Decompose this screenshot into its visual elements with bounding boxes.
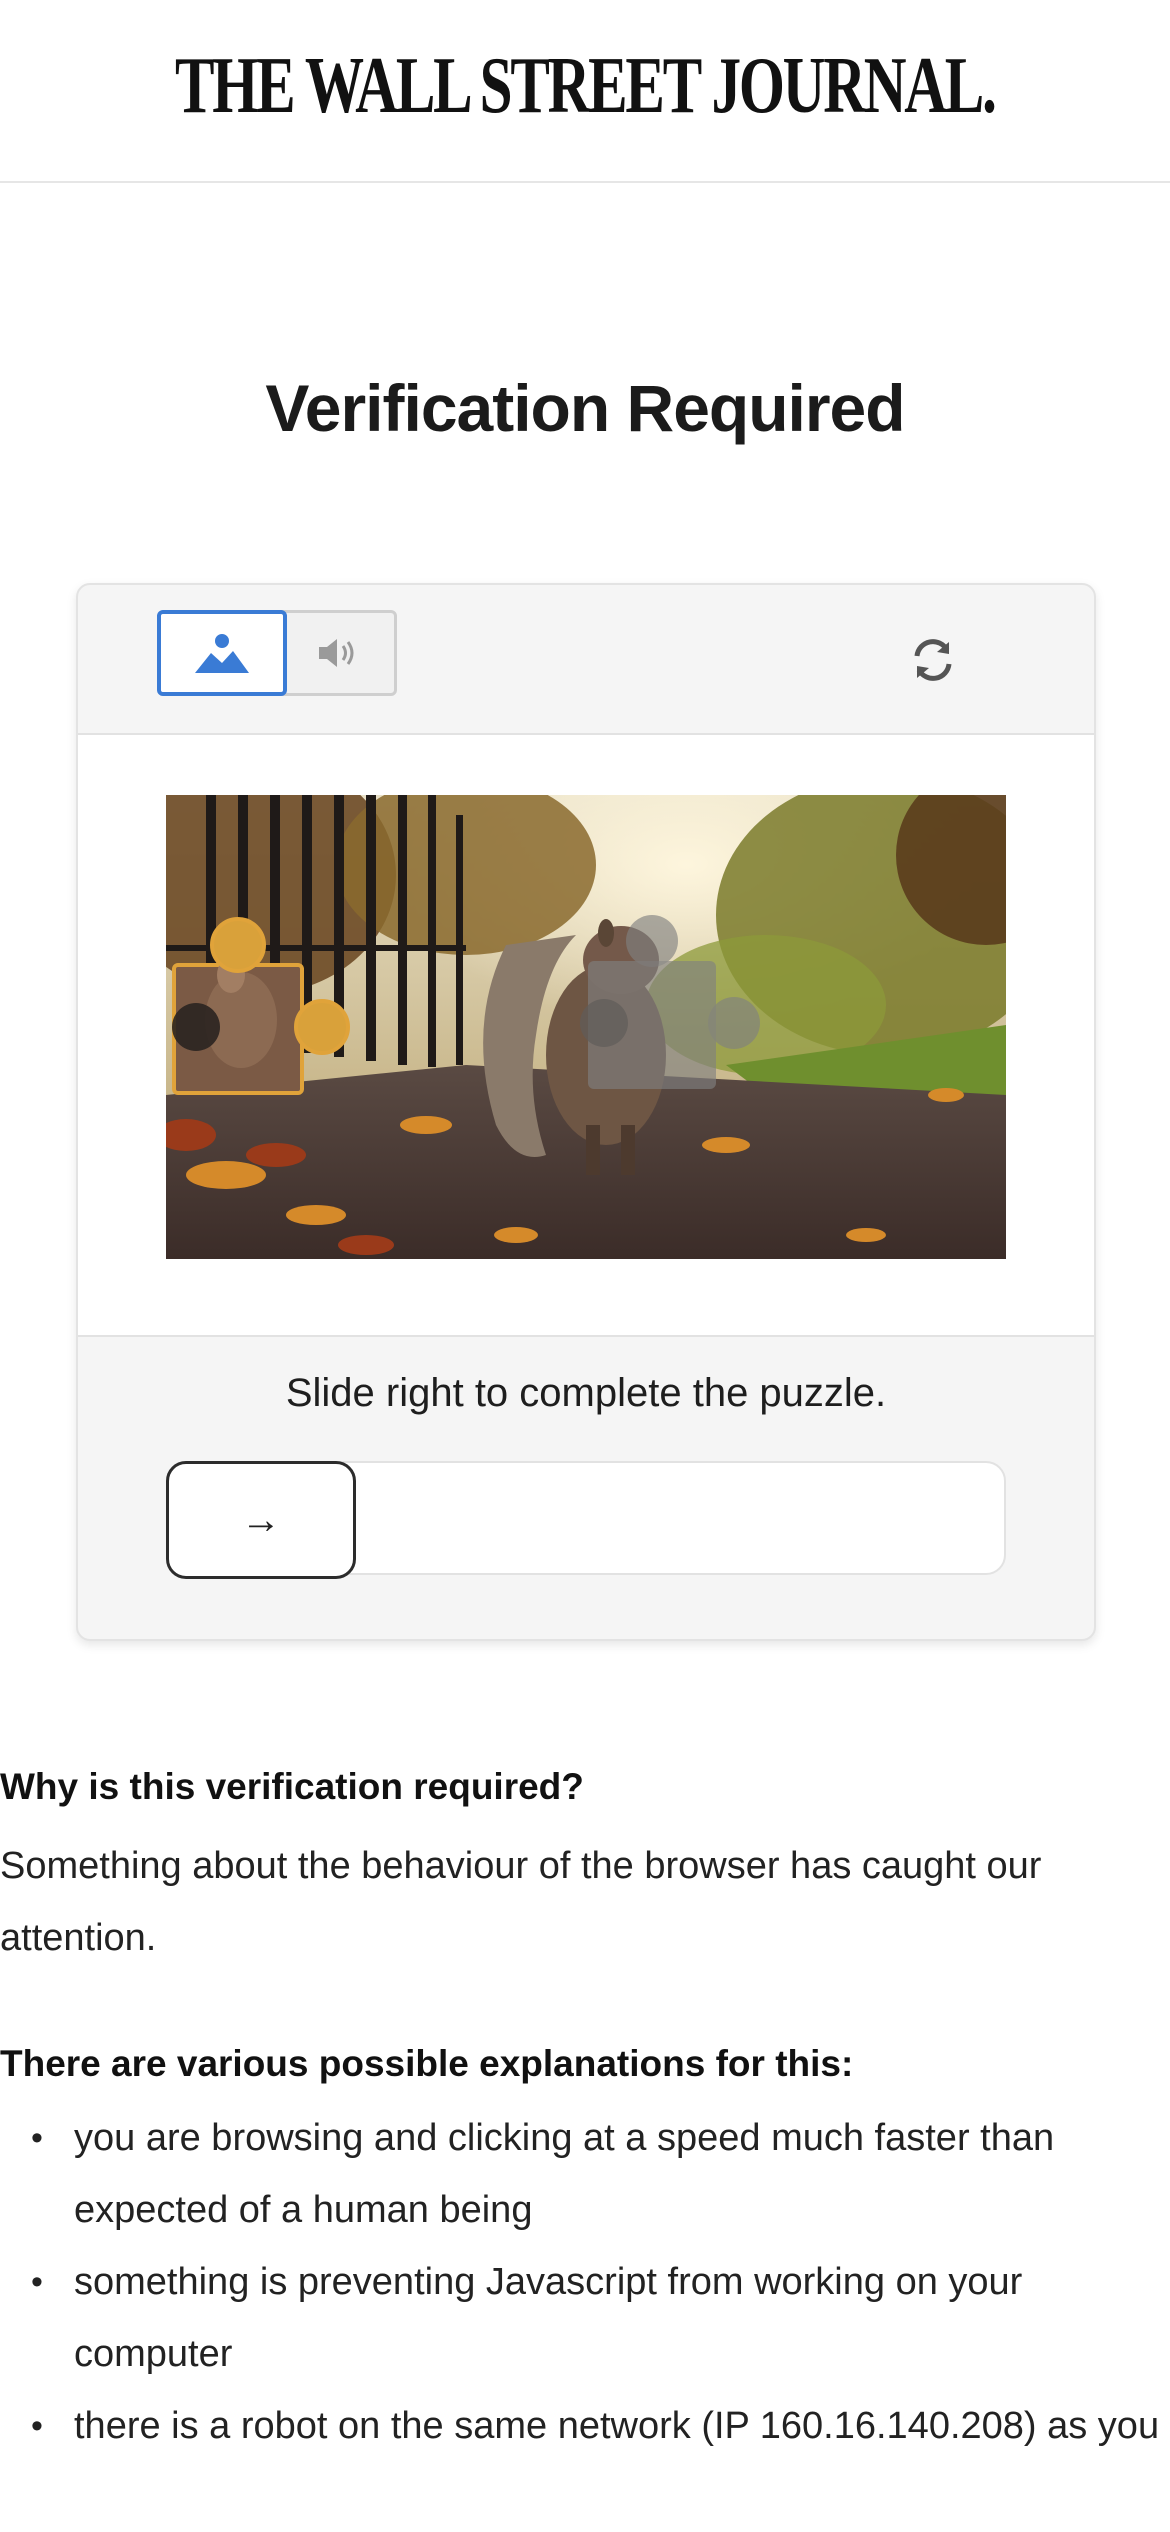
wsj-logo[interactable]: THE WALL STREET JOURNAL. xyxy=(175,41,997,132)
image-mode-button[interactable] xyxy=(157,610,287,696)
list-item: • you are browsing and clicking at a spee… xyxy=(0,2102,1170,2246)
reasons-heading: There are various possible explanations … xyxy=(0,2043,854,2084)
slider-handle[interactable]: → xyxy=(166,1461,356,1579)
captcha-mode-switch xyxy=(157,610,397,696)
audio-mode-button[interactable] xyxy=(275,610,397,696)
captcha-widget: Slide right to complete the puzzle. → xyxy=(76,583,1096,1641)
bullet-icon: • xyxy=(31,2407,43,2445)
list-item: • something is preventing Javascript from… xyxy=(0,2246,1170,2390)
why-text: Something about the behaviour of the bro… xyxy=(0,1845,1042,1959)
puzzle-image xyxy=(166,795,1006,1259)
puzzle-area xyxy=(78,735,1094,1337)
reason-text: something is preventing Javascript from … xyxy=(74,2261,1023,2375)
puzzle-instruction: Slide right to complete the puzzle. xyxy=(285,1371,887,1415)
reason-text: there is a robot on the same network (IP… xyxy=(74,2405,1160,2447)
captcha-toolbar xyxy=(78,585,1094,735)
speaker-icon xyxy=(319,639,354,667)
reason-text: you are browsing and clicking at a speed… xyxy=(74,2117,1055,2231)
list-item: • there is a robot on the same network (I… xyxy=(0,2390,1170,2462)
refresh-button[interactable] xyxy=(898,625,968,695)
reasons-list: • you are browsing and clicking at a spee… xyxy=(0,2102,1170,2462)
bullet-icon: • xyxy=(31,2119,43,2157)
arrow-right-icon: → xyxy=(241,1497,281,1542)
why-heading: Why is this verification required? xyxy=(0,1766,584,1807)
refresh-icon xyxy=(914,639,952,681)
bullet-icon: • xyxy=(31,2263,43,2301)
masthead: THE WALL STREET JOURNAL. xyxy=(0,0,1170,183)
page-title: Verification Required xyxy=(265,371,905,445)
image-mountain-icon xyxy=(195,634,249,673)
slider-track[interactable]: → xyxy=(166,1461,1006,1579)
